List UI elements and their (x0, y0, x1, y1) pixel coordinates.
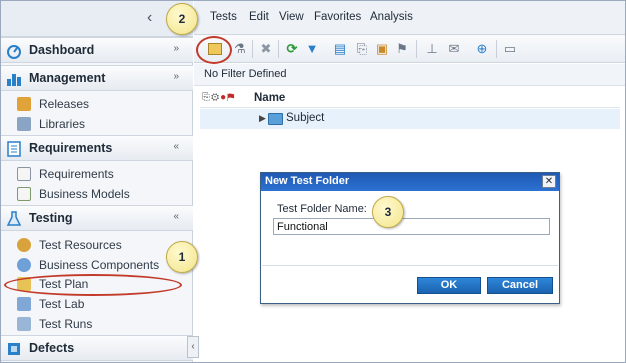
collapse-left-icon[interactable]: ‹ (147, 9, 152, 27)
sidebar-item-label: Business Models (39, 187, 130, 201)
highlight-ring-test-plan (4, 274, 182, 296)
sidebar-section-testing[interactable]: Testing « (1, 205, 193, 231)
requirement-doc-icon (17, 167, 31, 181)
tree-column-header: ⎘⚙●⚑ Name (200, 88, 620, 108)
folder-name-label: Test Folder Name: (277, 203, 367, 215)
menu-favorites[interactable]: Favorites (314, 11, 361, 23)
sidebar-item-label: Requirements (39, 167, 114, 181)
sidebar-item-label: Test Lab (39, 297, 85, 311)
toolbar-separator (416, 40, 417, 58)
new-test-icon[interactable]: ⚗ (232, 41, 248, 57)
sidebar-item-test-runs[interactable]: Test Runs (1, 314, 193, 334)
filter-status-text: No Filter Defined (204, 68, 287, 80)
sidebar-section-label: Testing (29, 211, 73, 225)
tree-node-label: Subject (286, 112, 325, 124)
business-models-icon (17, 187, 31, 201)
sidebar-section-label: Dashboard (29, 43, 95, 57)
dashboard-gauge-icon (7, 45, 21, 59)
expand-chevron-icon[interactable]: » (173, 43, 179, 54)
defects-icon (8, 343, 20, 355)
sidebar-item-business-models[interactable]: Business Models (1, 184, 193, 204)
menu-edit[interactable]: Edit (249, 11, 269, 23)
folder-icon (268, 113, 283, 125)
sidebar-section-label: Defects (29, 341, 75, 355)
flag-note-icon[interactable]: ▣ (374, 41, 390, 57)
callout-step-3: 3 (372, 196, 404, 228)
cancel-button[interactable]: Cancel (487, 277, 553, 294)
sidebar-section-defects[interactable]: Defects (1, 335, 193, 361)
highlight-ring-new-folder (196, 36, 232, 64)
sidebar-item-test-lab[interactable]: Test Lab (1, 294, 193, 314)
sidebar-collapse-bar: ‹ (1, 1, 193, 37)
sidebar-section-management[interactable]: Management » (1, 65, 193, 91)
header-status-icons: ⎘⚙●⚑ (202, 92, 236, 103)
attach-icon[interactable]: ⎘ (354, 41, 370, 57)
ok-button[interactable]: OK (417, 277, 481, 294)
sidebar-section-requirements[interactable]: Requirements « (1, 135, 193, 161)
filter-bar: No Filter Defined (194, 64, 625, 86)
test-resources-icon (17, 238, 31, 252)
libraries-icon (17, 117, 31, 131)
sidebar: ‹ Dashboard » Management » Releases Libr… (1, 1, 193, 362)
testing-flask-icon (6, 211, 22, 226)
pin-icon[interactable]: ⊥ (424, 41, 440, 57)
flag-icon[interactable]: ⚑ (394, 41, 410, 57)
sidebar-section-dashboard[interactable]: Dashboard » (1, 37, 193, 63)
business-components-icon (17, 258, 31, 272)
requirements-icon (7, 141, 21, 157)
sidebar-item-label: Releases (39, 97, 90, 111)
sidebar-item-label: Business Components (39, 258, 160, 272)
comment-icon[interactable]: ▭ (502, 41, 518, 57)
sidebar-item-test-resources[interactable]: Test Resources (1, 235, 193, 255)
sidebar-item-libraries[interactable]: Libraries (1, 114, 193, 134)
copy-to-icon[interactable]: ▤ (332, 41, 348, 57)
dialog-title-bar[interactable]: New Test Folder ✕ (261, 173, 559, 191)
sidebar-item-label: Libraries (39, 117, 86, 131)
dialog-divider (262, 265, 558, 266)
refresh-icon[interactable]: ⟳ (284, 41, 300, 57)
find-icon[interactable]: ⊕ (474, 41, 490, 57)
collapse-chevron-icon[interactable]: « (173, 141, 179, 152)
toolbar: ⚗ ✖ ⟳ ▼ ▤ ⎘ ▣ ⚑ ⊥ ✉ ⊕ ▭ (194, 35, 625, 63)
collapse-chevron-icon[interactable]: » (173, 71, 179, 82)
menubar: Tests Edit View Favorites Analysis (194, 1, 625, 35)
menu-tests[interactable]: Tests (210, 11, 237, 23)
menu-analysis[interactable]: Analysis (370, 11, 413, 23)
management-chart-icon (7, 74, 21, 86)
sidebar-resize-handle[interactable]: ‹ (187, 336, 199, 358)
expand-triangle-icon[interactable]: ▶ (259, 113, 266, 124)
filter-icon[interactable]: ▼ (304, 41, 320, 57)
tree-row-subject[interactable]: ▶ Subject (200, 109, 620, 129)
test-runs-icon (17, 317, 31, 331)
sidebar-item-requirements[interactable]: Requirements (1, 164, 193, 184)
menu-view[interactable]: View (279, 11, 304, 23)
column-name-header[interactable]: Name (254, 92, 285, 104)
sidebar-item-releases[interactable]: Releases (1, 94, 193, 114)
dialog-title: New Test Folder (265, 175, 350, 187)
mail-icon[interactable]: ✉ (446, 41, 462, 57)
toolbar-separator (252, 40, 253, 58)
delete-icon[interactable]: ✖ (258, 41, 274, 57)
new-test-folder-dialog: New Test Folder ✕ Test Folder Name: OK C… (260, 172, 560, 304)
sidebar-section-label: Requirements (29, 141, 113, 155)
releases-icon (17, 97, 31, 111)
toolbar-separator (496, 40, 497, 58)
toolbar-separator (278, 40, 279, 58)
close-icon[interactable]: ✕ (542, 175, 556, 188)
sidebar-item-label: Test Resources (39, 238, 122, 252)
test-lab-icon (17, 297, 31, 311)
folder-name-input[interactable] (273, 218, 550, 235)
callout-step-2: 2 (166, 3, 198, 35)
collapse-chevron-icon[interactable]: « (173, 211, 179, 222)
sidebar-item-label: Test Runs (39, 317, 93, 331)
sidebar-section-label: Management (29, 71, 106, 85)
sidebar-item-business-components[interactable]: Business Components (1, 255, 193, 275)
callout-step-1: 1 (166, 241, 198, 273)
